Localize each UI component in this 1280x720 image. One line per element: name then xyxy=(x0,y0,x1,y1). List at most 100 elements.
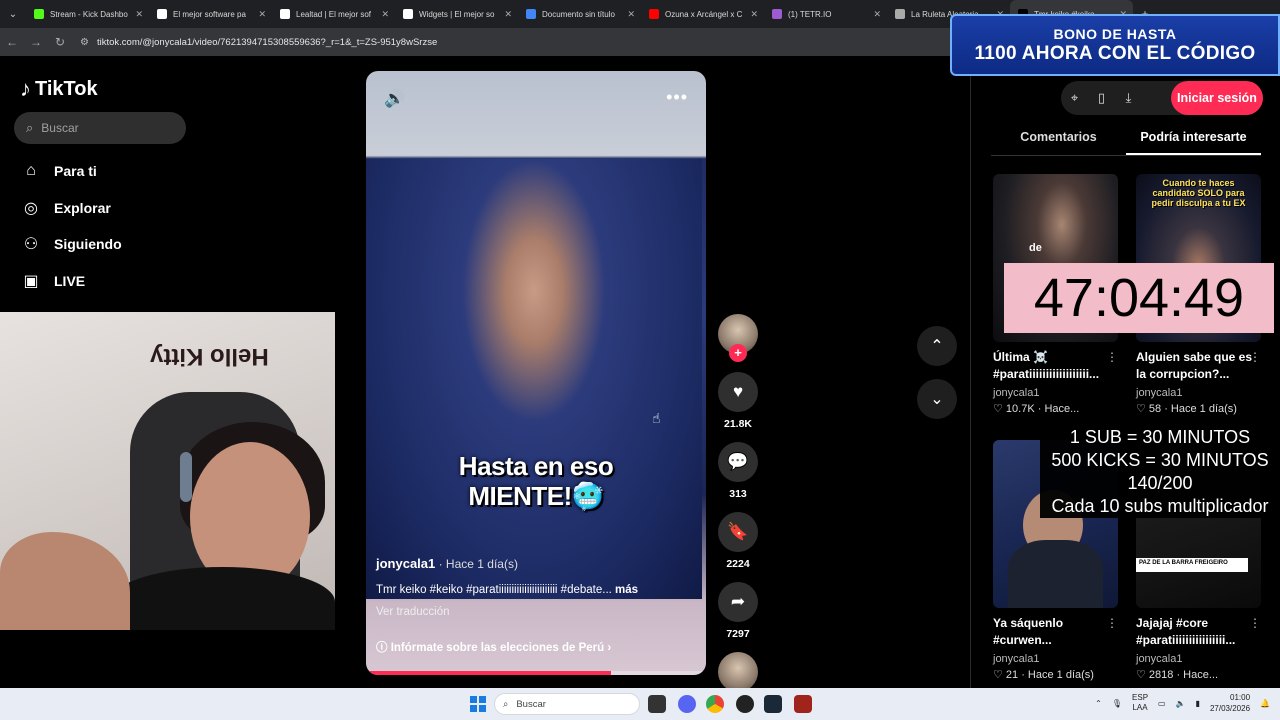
language-indicator[interactable]: ESP LAA xyxy=(1132,693,1148,713)
bookmark-icon[interactable]: 🔖 xyxy=(718,512,758,552)
more-link[interactable]: más xyxy=(615,584,638,596)
network-icon[interactable]: ▭ xyxy=(1158,699,1166,708)
sidebar-item-para-ti[interactable]: ⌂ Para ti xyxy=(20,160,97,182)
close-tab-icon[interactable]: ✕ xyxy=(381,9,389,20)
creator-avatar[interactable]: + xyxy=(718,314,758,362)
previous-video-button[interactable]: ⌃ xyxy=(917,326,957,366)
address-bar: ← → ↻ ⚙ tiktok.com/@jonycala1/video/7621… xyxy=(0,28,950,56)
video-progress-bar[interactable] xyxy=(366,671,706,675)
tab-search-chevron-icon[interactable]: ⌄ xyxy=(0,0,26,28)
volume-icon[interactable]: 🔊 xyxy=(384,89,405,109)
mouse-cursor-icon: ☝ xyxy=(652,410,661,426)
obs-icon[interactable] xyxy=(736,695,754,713)
tab-title: Lealtad | El mejor sof xyxy=(296,9,372,19)
mic-icon[interactable]: 🎙 xyxy=(1112,699,1122,708)
browser-tab[interactable]: El mejor software pa ✕ xyxy=(149,0,272,28)
site-info-icon[interactable]: ⚙ xyxy=(80,37,89,48)
video-author[interactable]: jonycala1 · Hace 1 día(s) xyxy=(376,556,518,571)
chevron-up-icon[interactable]: ⌃ xyxy=(1095,699,1102,708)
right-tabs: Comentarios Podría interesarte xyxy=(991,126,1261,156)
video-frame xyxy=(366,159,702,599)
device-icon[interactable]: ▯ xyxy=(1088,90,1115,106)
card-more-icon[interactable]: ⋮ xyxy=(1249,350,1261,364)
comment-count: 313 xyxy=(729,488,747,500)
clock[interactable]: 01:00 27/03/2026 xyxy=(1210,692,1250,714)
search-icon: ⌕ xyxy=(503,698,509,710)
discord-icon[interactable] xyxy=(678,695,696,713)
video-player[interactable]: 🔊 ••• Hasta en eso MIENTE!🥶 jonycala1 · … xyxy=(366,71,706,675)
live-tv-icon: ▣ xyxy=(23,273,39,290)
download-icon[interactable]: ⤓ xyxy=(1115,90,1142,106)
reload-icon[interactable]: ↻ xyxy=(48,35,72,49)
close-tab-icon[interactable]: ✕ xyxy=(627,9,635,20)
tab-favicon-icon xyxy=(895,9,905,19)
card-user[interactable]: jonycala1 xyxy=(993,387,1118,399)
battery-icon[interactable]: ▮ xyxy=(1196,699,1200,708)
forward-icon[interactable]: → xyxy=(24,35,48,49)
search-icon: ⌕ xyxy=(26,120,34,135)
next-video-button[interactable]: ⌄ xyxy=(917,379,957,419)
close-tab-icon[interactable]: ✕ xyxy=(258,9,266,20)
sidebar-item-siguiendo[interactable]: ⚇ Siguiendo xyxy=(20,233,122,255)
music-disc-avatar[interactable] xyxy=(718,652,758,692)
card-more-icon[interactable]: ⋮ xyxy=(1106,350,1118,364)
browser-tab[interactable]: Widgets | El mejor so ✕ xyxy=(395,0,518,28)
tab-recommended[interactable]: Podría interesarte xyxy=(1126,126,1261,155)
close-tab-icon[interactable]: ✕ xyxy=(873,9,881,20)
windows-start-icon[interactable] xyxy=(470,696,486,712)
card-meta: ♡ 21 · Hace 1 día(s) xyxy=(993,669,1094,681)
card-user[interactable]: jonycala1 xyxy=(1136,653,1261,665)
search-input[interactable]: ⌕ Buscar xyxy=(14,112,186,144)
tab-title: Stream - Kick Dashbo xyxy=(50,9,128,19)
tiktok-logo[interactable]: ♪ TikTok xyxy=(20,76,98,102)
browser-tab[interactable]: Ozuna x Arcángel x C ✕ xyxy=(641,0,764,28)
close-tab-icon[interactable]: ✕ xyxy=(750,9,758,20)
sidebar-item-explorar[interactable]: ◎ Explorar xyxy=(20,197,111,219)
translate-link[interactable]: Ver traducción xyxy=(376,606,450,618)
browser-tab[interactable]: (1) TETR.IO ✕ xyxy=(764,0,887,28)
card-more-icon[interactable]: ⋮ xyxy=(1106,616,1118,630)
save-count: 2224 xyxy=(726,558,750,570)
follow-plus-icon[interactable]: + xyxy=(729,344,747,362)
home-icon: ⌂ xyxy=(26,162,36,179)
post-time: · Hace 1 día(s) xyxy=(435,557,518,571)
user-icon: ⚇ xyxy=(23,236,39,253)
browser-tab[interactable]: Stream - Kick Dashbo ✕ xyxy=(26,0,149,28)
browser-tab[interactable]: Lealtad | El mejor sof ✕ xyxy=(272,0,395,28)
close-tab-icon[interactable]: ✕ xyxy=(135,9,143,20)
card-user[interactable]: jonycala1 xyxy=(993,653,1118,665)
like-icon[interactable]: ♥ xyxy=(718,372,758,412)
explore-icon[interactable]: ⌖ xyxy=(1061,90,1088,106)
election-info-link[interactable]: ⓘ Infórmate sobre las elecciones de Perú… xyxy=(376,639,611,655)
taskbar-search[interactable]: ⌕ Buscar xyxy=(494,693,640,715)
sidebar-item-live[interactable]: ▣ LIVE xyxy=(20,270,85,292)
card-title[interactable]: Jajajaj #core #paratiiiiiiiiiiiiiiii... xyxy=(1136,615,1261,649)
login-button[interactable]: Iniciar sesión xyxy=(1171,81,1263,115)
sidebar-item-label: Para ti xyxy=(54,163,97,179)
steam-icon[interactable] xyxy=(764,695,782,713)
chrome-icon[interactable] xyxy=(706,695,724,713)
video-description: Tmr keiko #keiko #paratiiiiiiiiiiiiiiiii… xyxy=(376,584,706,596)
task-view-icon[interactable] xyxy=(648,695,666,713)
notification-icon[interactable]: 🔔 xyxy=(1260,699,1270,708)
like-count: 21.8K xyxy=(723,418,753,430)
comment-icon[interactable]: 💬 xyxy=(718,442,758,482)
tiktok-note-icon: ♪ xyxy=(20,76,31,101)
browser-tab[interactable]: Documento sin título ✕ xyxy=(518,0,641,28)
card-title[interactable]: Última ☠️ #paratiiiiiiiiiiiiiiiiii... xyxy=(993,349,1118,383)
tab-comments[interactable]: Comentarios xyxy=(991,126,1126,155)
volume-icon[interactable]: 🔈 xyxy=(1176,699,1186,708)
card-user[interactable]: jonycala1 xyxy=(1136,387,1261,399)
close-tab-icon[interactable]: ✕ xyxy=(504,9,512,20)
card-more-icon[interactable]: ⋮ xyxy=(1249,616,1261,630)
author-name[interactable]: jonycala1 xyxy=(376,556,435,571)
card-title[interactable]: Alguien sabe que es la corrupcion?... xyxy=(1136,349,1261,383)
url-field[interactable]: ⚙ tiktok.com/@jonycala1/video/7621394715… xyxy=(80,37,437,48)
share-icon[interactable]: ➦ xyxy=(718,582,758,622)
card-title[interactable]: Ya sáquenlo #curwen... xyxy=(993,615,1118,649)
rule-line: 500 KICKS = 30 MINUTOS xyxy=(1051,450,1269,470)
back-icon[interactable]: ← xyxy=(0,35,24,49)
dota-icon[interactable] xyxy=(794,695,812,713)
url-text[interactable]: tiktok.com/@jonycala1/video/762139471530… xyxy=(97,37,437,48)
more-options-icon[interactable]: ••• xyxy=(666,87,688,108)
